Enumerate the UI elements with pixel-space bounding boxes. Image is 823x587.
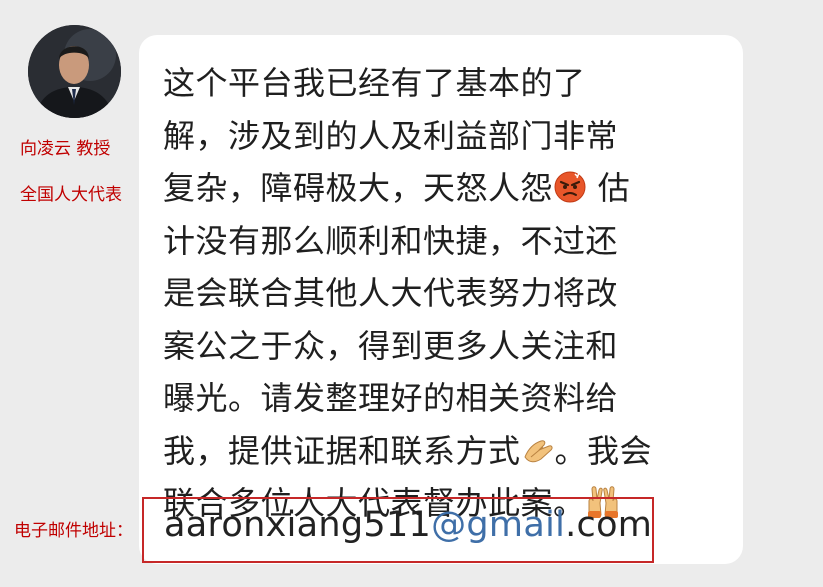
email-user: aaronxiang511 — [164, 505, 432, 545]
message-text[interactable]: 这个平台我已经有了基本的了 解，涉及到的人及利益部门非常 复杂，障碍极大，天怒人… — [163, 57, 711, 530]
email-domain: @gmail — [431, 505, 566, 545]
message-line: 解，涉及到的人及利益部门非常 — [163, 116, 619, 155]
angry-face-emoji-icon — [553, 170, 587, 204]
message-line-text: 我，提供证据和联系方式 — [163, 431, 521, 470]
email-tld: .com — [565, 505, 653, 545]
message-line-text: 复杂，障碍极大，天怒人怨 — [163, 169, 554, 207]
email-label: 电子邮件地址： — [14, 521, 133, 541]
email-address[interactable]: aaronxiang511@gmail.com — [164, 505, 652, 545]
message-line: 是会联合其他人大代表努力将改 — [163, 274, 619, 312]
sender-position: 全国人大代表 — [20, 185, 122, 205]
message-line: 这个平台我已经有了基本的了 — [163, 64, 586, 102]
message-line: 案公之于众，得到更多人关注和 — [163, 326, 619, 365]
folded-hands-emoji-icon — [521, 433, 555, 467]
message-line: 我，提供证据和联系方式 。我会 — [163, 425, 711, 478]
message-line-text: 。我会 — [554, 431, 653, 470]
sender-name-title: 向凌云 教授 — [20, 139, 111, 159]
email-highlight-box: aaronxiang511@gmail.com — [142, 497, 654, 563]
avatar[interactable] — [28, 25, 121, 118]
message-line: 计没有那么顺利和快捷，不过还 — [163, 221, 619, 260]
message-line-text: 估 — [587, 169, 631, 207]
message-line: 曝光。请发整理好的相关资料给 — [163, 379, 619, 417]
person-portrait-icon — [28, 25, 121, 118]
message-line: 复杂，障碍极大，天怒人怨 估 — [163, 162, 711, 215]
